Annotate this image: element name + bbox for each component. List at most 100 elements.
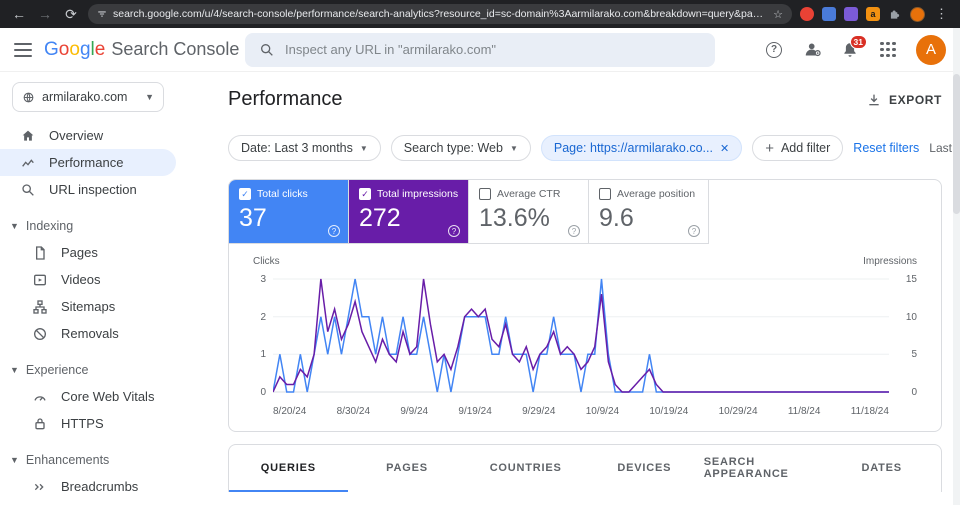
info-icon[interactable]: ? bbox=[568, 225, 580, 237]
chevron-down-icon: ▼ bbox=[10, 365, 19, 375]
address-bar[interactable]: search.google.com/u/4/search-console/per… bbox=[88, 4, 792, 24]
lock-icon bbox=[35, 417, 45, 429]
right-axis-ticks: 0 5 10 15 bbox=[889, 273, 919, 399]
sidebar-item-url-inspection[interactable]: URL inspection bbox=[0, 176, 176, 203]
refresh-icon[interactable]: ⟳ bbox=[62, 7, 80, 21]
x-tick-label: 8/30/24 bbox=[336, 406, 371, 417]
sidebar-item-label: Pages bbox=[61, 245, 98, 260]
scrollbar-thumb[interactable] bbox=[953, 74, 960, 214]
x-tick-label: 10/9/24 bbox=[585, 406, 620, 417]
search-input[interactable] bbox=[285, 42, 701, 57]
back-icon[interactable]: ← bbox=[10, 7, 28, 21]
section-label: Experience bbox=[25, 363, 89, 377]
chart-lines bbox=[273, 278, 889, 399]
x-tick-label: 8/20/24 bbox=[273, 406, 307, 417]
extensions-puzzle-icon[interactable] bbox=[888, 7, 902, 21]
chart-plot-area[interactable] bbox=[273, 273, 889, 399]
sitemaps-icon bbox=[33, 299, 47, 314]
page-filter-chip[interactable]: Page: https://armilarako.co... ✕ bbox=[540, 135, 743, 161]
add-filter-button[interactable]: + Add filter bbox=[752, 135, 844, 161]
hamburger-menu-icon[interactable] bbox=[14, 42, 32, 57]
total-impressions-card[interactable]: ✓ Total impressions 272 ? bbox=[349, 180, 469, 244]
info-icon[interactable]: ? bbox=[688, 225, 700, 237]
average-position-card[interactable]: Average position 9.6 ? bbox=[589, 180, 709, 244]
tab-countries[interactable]: COUNTRIES bbox=[466, 445, 585, 492]
site-info-icon[interactable] bbox=[97, 9, 107, 19]
videos-icon bbox=[34, 274, 46, 285]
tab-search-appearance[interactable]: SEARCH APPEARANCE bbox=[704, 445, 823, 492]
forward-icon[interactable]: → bbox=[36, 7, 54, 21]
page-title: Performance bbox=[228, 88, 343, 110]
url-text: search.google.com/u/4/search-console/per… bbox=[113, 8, 768, 20]
sidebar-item-core-web-vitals[interactable]: Core Web Vitals bbox=[0, 383, 176, 410]
tab-queries[interactable]: QUERIES bbox=[229, 445, 348, 492]
plus-icon: + bbox=[765, 139, 774, 157]
sidebar-item-sitemaps[interactable]: Sitemaps bbox=[0, 293, 176, 320]
close-icon[interactable]: ✕ bbox=[720, 142, 729, 155]
extension-icon-purple[interactable] bbox=[844, 7, 858, 21]
sidebar-item-removals[interactable]: Removals bbox=[0, 320, 176, 347]
tab-dates[interactable]: DATES bbox=[822, 445, 941, 492]
sidebar-item-videos[interactable]: Videos bbox=[0, 266, 176, 293]
reset-filters-link[interactable]: Reset filters bbox=[853, 141, 919, 155]
sidebar-item-label: Sitemaps bbox=[61, 299, 116, 314]
axis-tick-label: 15 bbox=[905, 274, 917, 285]
sidebar-section-experience[interactable]: ▼ Experience bbox=[0, 357, 176, 383]
info-icon[interactable]: ? bbox=[328, 225, 340, 237]
bookmark-star-icon[interactable]: ☆ bbox=[773, 8, 783, 21]
average-position-value: 9.6 bbox=[599, 204, 634, 232]
url-inspect-searchbox[interactable] bbox=[245, 32, 715, 67]
x-tick-label: 9/29/24 bbox=[522, 406, 556, 417]
search-type-filter-chip[interactable]: Search type: Web ▼ bbox=[390, 135, 531, 161]
sidebar-item-performance[interactable]: Performance bbox=[0, 149, 176, 176]
dimension-tabs: QUERIES PAGES COUNTRIES DEVICES SEARCH A… bbox=[228, 444, 942, 492]
chevron-down-icon: ▼ bbox=[145, 92, 154, 102]
sidebar-item-https[interactable]: HTTPS bbox=[0, 410, 176, 437]
sidebar-item-breadcrumbs[interactable]: Breadcrumbs bbox=[0, 473, 176, 500]
user-settings-button[interactable] bbox=[802, 40, 822, 60]
sidebar-item-pages[interactable]: Pages bbox=[0, 239, 176, 266]
property-selector[interactable]: armilarako.com ▼ bbox=[12, 82, 164, 112]
pages-icon bbox=[36, 245, 45, 260]
x-tick-label: 11/18/24 bbox=[850, 406, 889, 417]
breadcrumbs-icon bbox=[34, 483, 44, 490]
speedometer-icon bbox=[34, 395, 46, 401]
amazon-extension-icon[interactable]: a bbox=[866, 7, 880, 21]
browser-profile-avatar[interactable] bbox=[910, 6, 925, 22]
tab-devices[interactable]: DEVICES bbox=[585, 445, 704, 492]
extension-icon-red[interactable] bbox=[800, 7, 814, 21]
average-ctr-card[interactable]: Average CTR 13.6% ? bbox=[469, 180, 589, 244]
property-icon bbox=[23, 92, 34, 102]
x-tick-label: 11/8/24 bbox=[787, 406, 821, 417]
apps-button[interactable] bbox=[878, 40, 898, 60]
export-button[interactable]: EXPORT bbox=[866, 92, 942, 108]
checkbox-checked-icon[interactable]: ✓ bbox=[239, 188, 251, 200]
sidebar-item-overview[interactable]: Overview bbox=[0, 122, 176, 149]
notifications-button[interactable]: 31 bbox=[840, 34, 867, 60]
extension-icon-blue[interactable] bbox=[822, 7, 836, 21]
performance-chart: Clicks Impressions 0123 0 5 10 15 8/20/24 8/… bbox=[229, 244, 941, 431]
section-label: Enhancements bbox=[25, 453, 110, 467]
x-tick-label: 9/19/24 bbox=[458, 406, 492, 417]
checkbox-unchecked-icon[interactable] bbox=[599, 188, 611, 200]
info-icon[interactable]: ? bbox=[448, 225, 460, 237]
account-avatar[interactable]: A bbox=[916, 34, 946, 65]
app-logo[interactable]: Google Search Console bbox=[44, 39, 239, 61]
axis-tick-label: 3 bbox=[260, 274, 266, 285]
checkbox-checked-icon[interactable]: ✓ bbox=[359, 188, 371, 200]
section-label: Indexing bbox=[25, 219, 74, 233]
total-clicks-card[interactable]: ✓ Total clicks 37 ? bbox=[229, 180, 349, 244]
date-filter-chip[interactable]: Date: Last 3 months ▼ bbox=[228, 135, 381, 161]
browser-menu-icon[interactable]: ⋮ bbox=[933, 6, 950, 22]
checkbox-unchecked-icon[interactable] bbox=[479, 188, 491, 200]
sidebar-section-indexing[interactable]: ▼ Indexing bbox=[0, 213, 176, 239]
axis-tick-label: 5 bbox=[911, 349, 917, 361]
tab-pages[interactable]: PAGES bbox=[348, 445, 467, 492]
x-tick-label: 10/29/24 bbox=[718, 406, 758, 417]
search-icon bbox=[261, 43, 273, 56]
user-settings-icon bbox=[805, 43, 821, 57]
page-scrollbar[interactable] bbox=[953, 28, 960, 505]
right-axis-label: Impressions bbox=[863, 256, 917, 267]
help-button[interactable]: ? bbox=[764, 40, 784, 60]
sidebar-section-enhancements[interactable]: ▼ Enhancements bbox=[0, 447, 176, 473]
